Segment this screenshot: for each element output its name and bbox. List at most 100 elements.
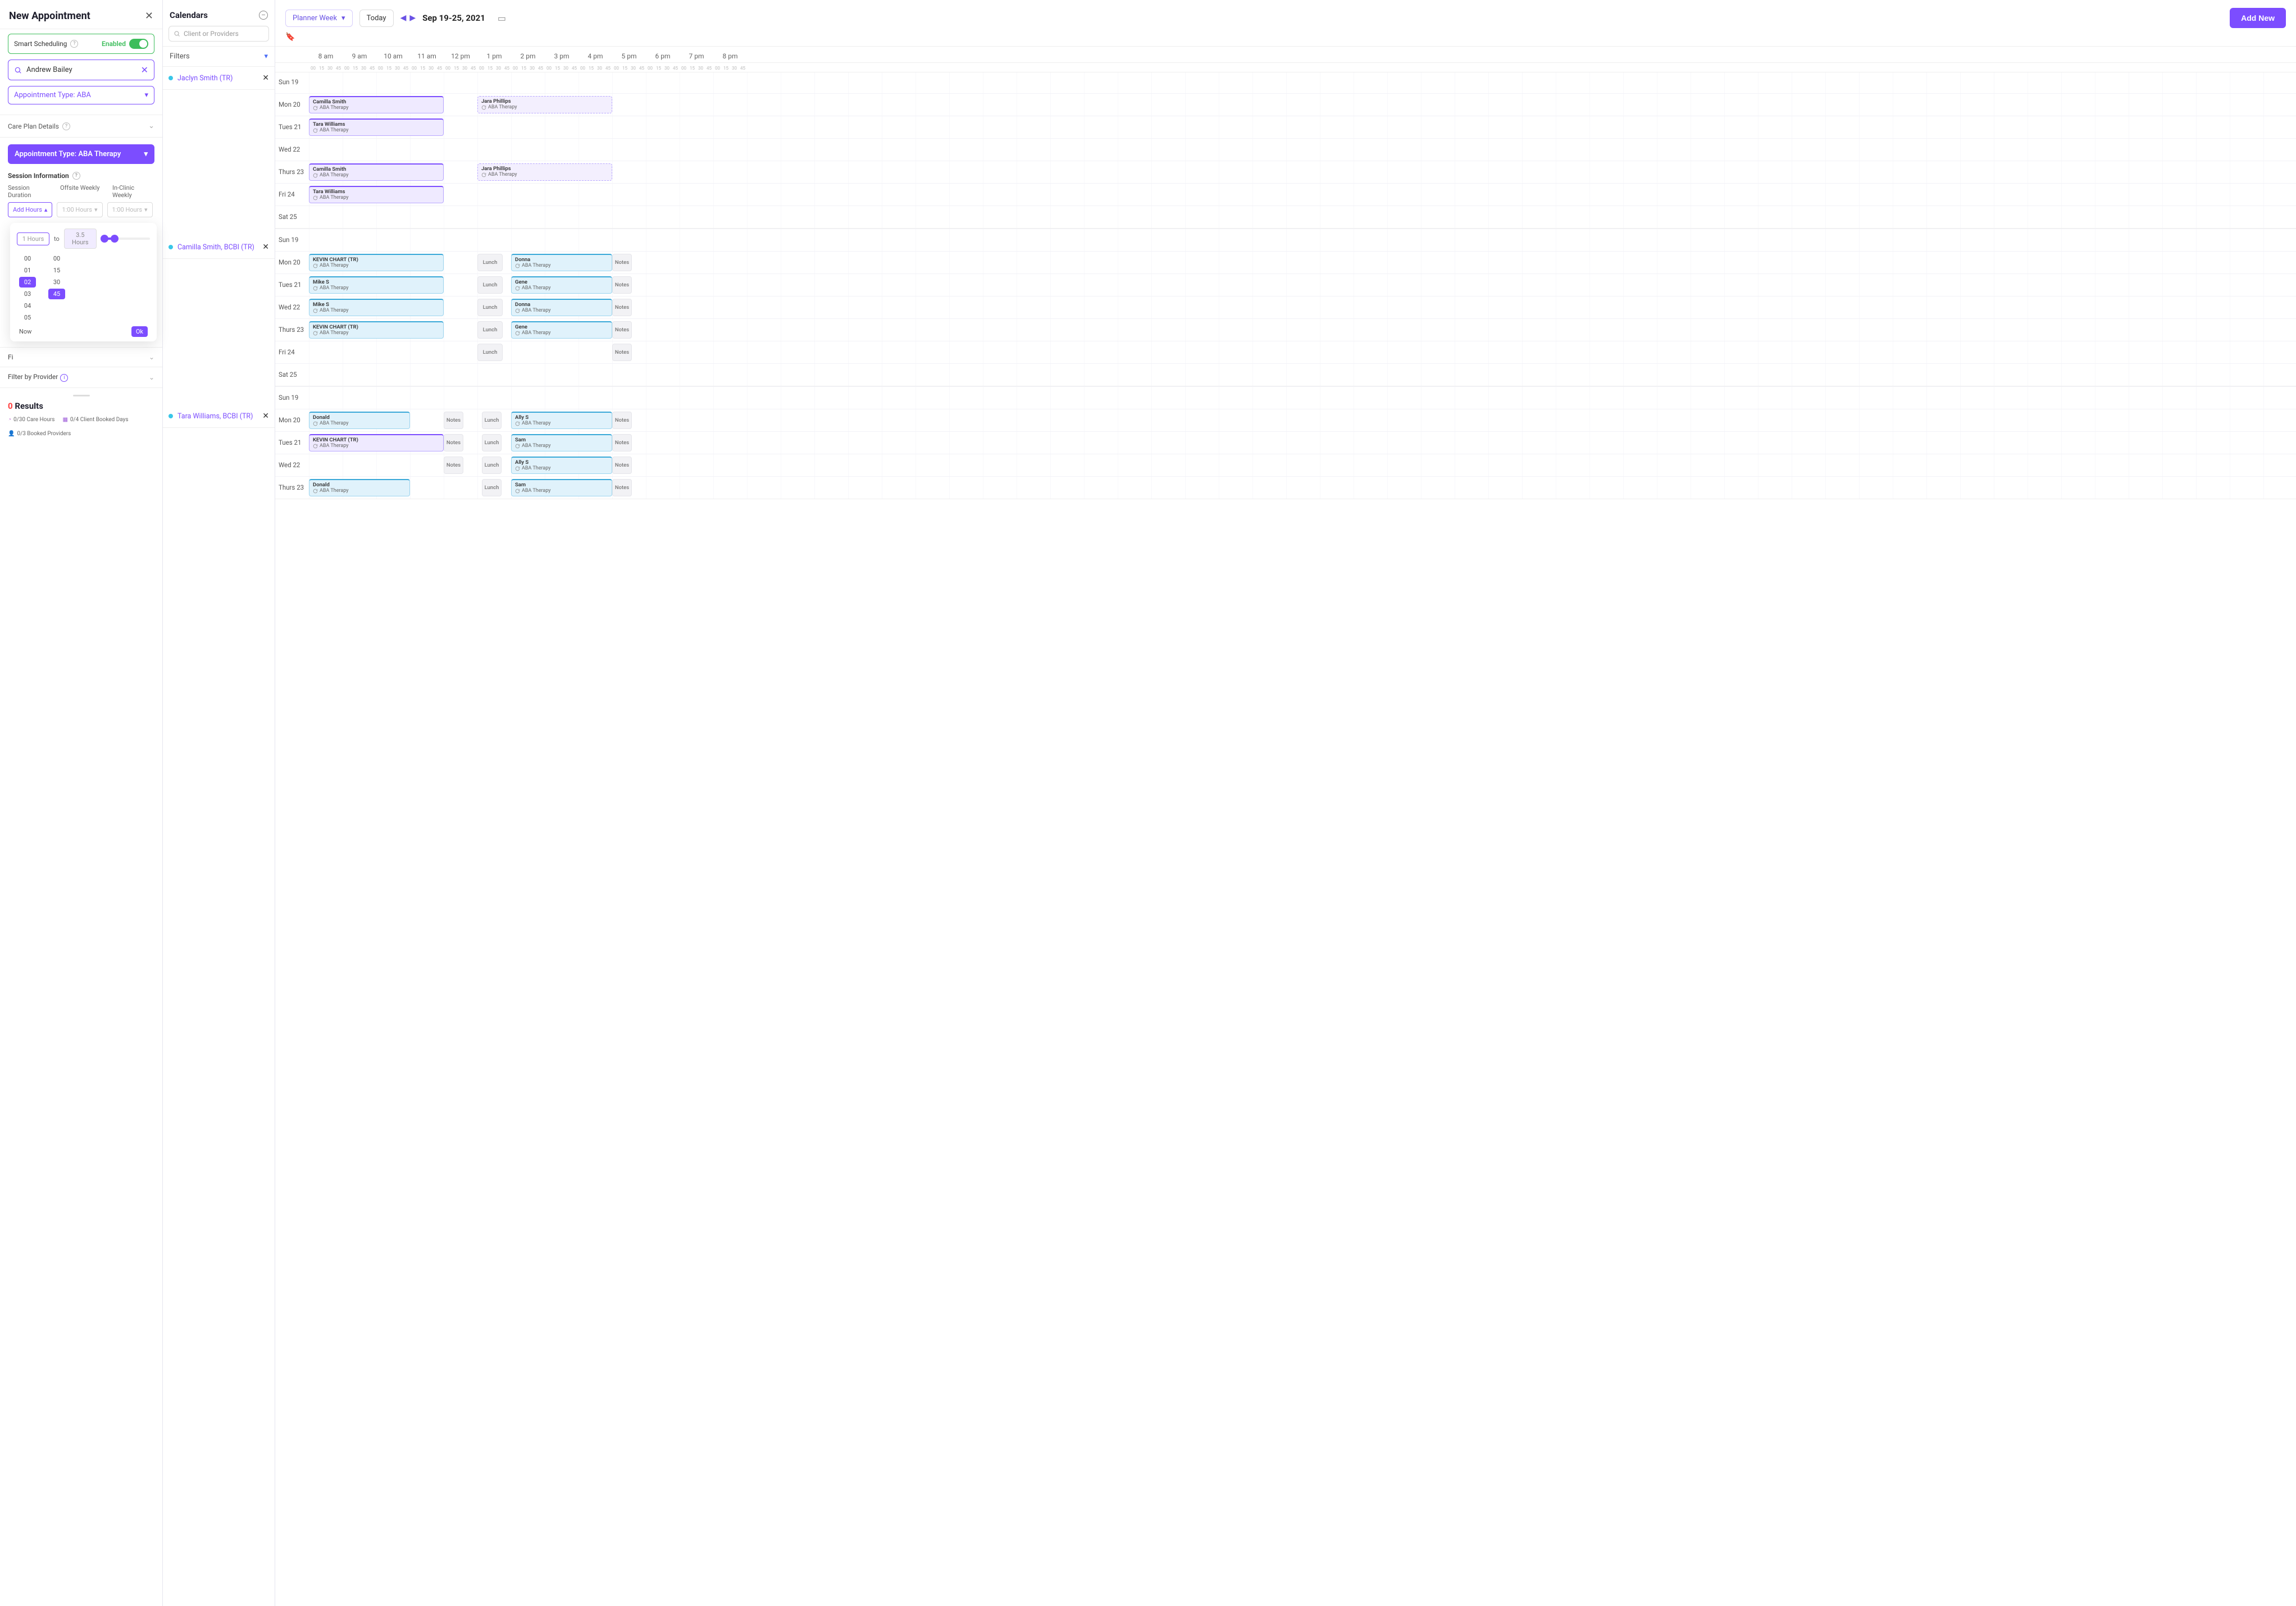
event[interactable]: SamABA Therapy xyxy=(511,434,612,451)
event[interactable]: Notes xyxy=(444,412,463,429)
calendar-filters[interactable]: Filters ▾ xyxy=(163,46,275,67)
event[interactable]: Notes xyxy=(612,321,632,339)
event[interactable]: DonnaABA Therapy xyxy=(511,299,612,316)
event[interactable]: Notes xyxy=(612,254,632,271)
event[interactable]: Mike SABA Therapy xyxy=(309,276,444,294)
remove-icon[interactable]: ✕ xyxy=(262,412,269,421)
day-track[interactable]: NotesLunchAlly SABA TherapyNotes xyxy=(309,454,2296,476)
event[interactable]: GeneABA Therapy xyxy=(511,276,612,294)
event[interactable]: Ally SABA Therapy xyxy=(511,457,612,474)
range-to[interactable]: 3.5 Hours xyxy=(64,229,97,249)
event[interactable]: Mike SABA Therapy xyxy=(309,299,444,316)
event[interactable]: Notes xyxy=(612,457,632,474)
day-track[interactable]: Camilla SmithABA Therapy Jara PhillipsABA… xyxy=(309,94,2296,116)
event[interactable]: Camilla SmithABA Therapy xyxy=(309,163,444,181)
day-track[interactable]: Mike SABA Therapy Lunch GeneABA TherapyNot… xyxy=(309,274,2296,296)
drag-handle[interactable] xyxy=(73,395,90,396)
event[interactable]: Lunch xyxy=(482,434,502,451)
help-icon[interactable]: ? xyxy=(62,122,70,130)
minute-option[interactable]: 45 xyxy=(48,289,65,299)
event[interactable]: Tara WilliamsABA Therapy xyxy=(309,118,444,136)
hour-option[interactable]: 02 xyxy=(19,277,36,288)
event[interactable]: Lunch xyxy=(482,457,502,474)
day-track[interactable]: DonaldABA Therapy Lunch SamABA TherapyNote… xyxy=(309,477,2296,499)
event[interactable]: Lunch xyxy=(477,254,503,271)
appointment-type-bar[interactable]: Appointment Type: ABA Therapy ▾ xyxy=(8,144,154,164)
event[interactable]: Lunch xyxy=(477,321,503,339)
today-button[interactable]: Today xyxy=(359,10,394,27)
add-hours-button[interactable]: Add Hours▴ xyxy=(8,202,52,217)
event[interactable]: Notes xyxy=(612,479,632,496)
event[interactable]: Notes xyxy=(444,434,463,451)
day-track[interactable]: KEVIN CHART (TR)ABA TherapyNotesLunchSam… xyxy=(309,432,2296,454)
hour-option[interactable]: 05 xyxy=(19,312,36,323)
view-select[interactable]: Planner Week▾ xyxy=(285,10,353,27)
event[interactable]: Notes xyxy=(612,344,632,361)
toggle-switch[interactable] xyxy=(129,39,148,49)
day-track[interactable]: Tara WilliamsABA Therapy xyxy=(309,116,2296,138)
day-track[interactable] xyxy=(309,229,2296,251)
remove-icon[interactable]: ✕ xyxy=(262,74,269,83)
day-track[interactable]: Mike SABA TherapyLunchDonnaABA TherapyNo… xyxy=(309,296,2296,318)
event[interactable]: Notes xyxy=(444,457,463,474)
event[interactable]: Camilla SmithABA Therapy xyxy=(309,96,444,113)
event[interactable]: Notes xyxy=(612,412,632,429)
day-track[interactable] xyxy=(309,71,2296,93)
filter-location-row[interactable]: Fi ⌄ xyxy=(0,347,162,367)
day-track[interactable]: DonaldABA TherapyNotesLunchAlly SABA The… xyxy=(309,409,2296,431)
event[interactable]: KEVIN CHART (TR)ABA Therapy xyxy=(309,434,444,451)
care-plan-row[interactable]: Care Plan Details? ⌄ xyxy=(0,115,162,138)
provider-row[interactable]: Jaclyn Smith (TR)✕ xyxy=(163,67,275,90)
day-track[interactable] xyxy=(309,387,2296,409)
calendar-search[interactable]: Client or Providers xyxy=(168,26,269,42)
add-new-button[interactable]: Add New xyxy=(2230,8,2286,28)
duration-slider[interactable] xyxy=(104,238,150,240)
provider-row[interactable]: Tara Williams, BCBI (TR)✕ xyxy=(163,405,275,428)
day-track[interactable] xyxy=(309,206,2296,228)
provider-row[interactable]: Camilla Smith, BCBI (TR)✕ xyxy=(163,236,275,259)
event[interactable]: Jara PhillipsABA Therapy xyxy=(477,163,612,181)
event[interactable]: Lunch xyxy=(477,344,503,361)
event[interactable]: GeneABA Therapy xyxy=(511,321,612,339)
event[interactable]: Notes xyxy=(612,434,632,451)
day-track[interactable] xyxy=(309,139,2296,161)
event[interactable]: Tara WilliamsABA Therapy xyxy=(309,186,444,203)
event[interactable]: SamABA Therapy xyxy=(511,479,612,496)
close-icon[interactable]: ✕ xyxy=(145,10,153,22)
event[interactable]: KEVIN CHART (TR)ABA Therapy xyxy=(309,254,444,271)
bookmark-icon[interactable]: 🔖 xyxy=(285,33,295,42)
calendar-picker-icon[interactable]: ▭ xyxy=(498,13,506,24)
minute-option[interactable]: 30 xyxy=(48,277,65,288)
ok-button[interactable]: Ok xyxy=(131,326,148,337)
hours-list[interactable]: 000102030405 xyxy=(19,253,36,323)
hour-option[interactable]: 01 xyxy=(19,265,36,276)
filter-provider-row[interactable]: Filter by Provideri ⌄ xyxy=(0,367,162,387)
day-track[interactable]: KEVIN CHART (TR)ABA Therapy Lunch GeneABA … xyxy=(309,319,2296,341)
hour-option[interactable]: 00 xyxy=(19,253,36,264)
day-track[interactable]: Lunch Notes xyxy=(309,341,2296,363)
appointment-type-select[interactable]: Appointment Type: ABA ▾ xyxy=(8,86,154,104)
event[interactable]: Lunch xyxy=(477,276,503,294)
event[interactable]: Notes xyxy=(612,299,632,316)
day-track[interactable]: Camilla SmithABA Therapy Jara PhillipsABA… xyxy=(309,161,2296,183)
event[interactable]: Jara PhillipsABA Therapy xyxy=(477,96,612,113)
hour-option[interactable]: 04 xyxy=(19,300,36,311)
minute-option[interactable]: 00 xyxy=(48,253,65,264)
help-icon[interactable]: ? xyxy=(72,172,80,180)
day-track[interactable]: Tara WilliamsABA Therapy xyxy=(309,184,2296,206)
event[interactable]: DonaldABA Therapy xyxy=(309,479,410,496)
day-track[interactable]: KEVIN CHART (TR)ABA Therapy Lunch DonnaABA… xyxy=(309,252,2296,273)
event[interactable]: Lunch xyxy=(482,479,502,496)
client-search[interactable]: Andrew Bailey ✕ xyxy=(8,60,154,80)
remove-icon[interactable]: ✕ xyxy=(262,243,269,252)
range-from[interactable]: 1 Hours xyxy=(17,232,49,245)
clear-icon[interactable]: ✕ xyxy=(141,65,148,75)
event[interactable]: DonnaABA Therapy xyxy=(511,254,612,271)
day-track[interactable] xyxy=(309,364,2296,386)
next-arrow[interactable]: ▶ xyxy=(409,13,416,22)
event[interactable]: Notes xyxy=(612,276,632,294)
now-button[interactable]: Now xyxy=(19,328,31,335)
prev-arrow[interactable]: ◀ xyxy=(400,13,407,22)
smart-scheduling-toggle[interactable]: Smart Scheduling? Enabled xyxy=(8,34,154,54)
event[interactable]: KEVIN CHART (TR)ABA Therapy xyxy=(309,321,444,339)
